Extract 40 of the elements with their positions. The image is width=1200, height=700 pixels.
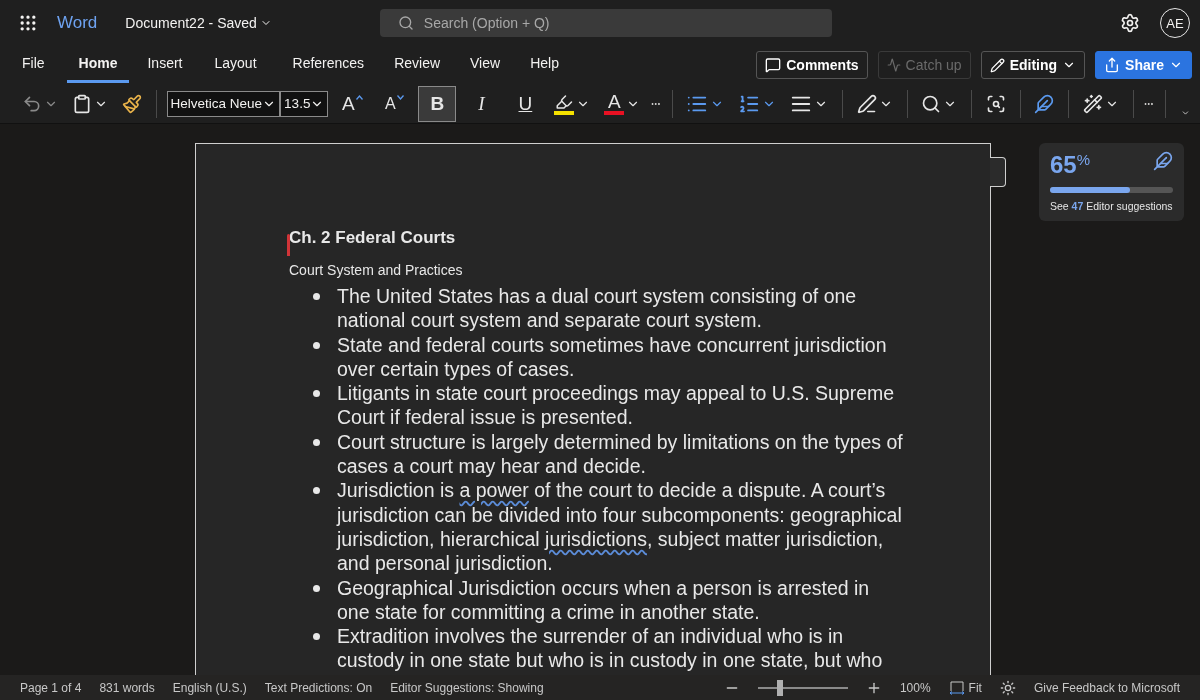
ribbon-tab[interactable]: File xyxy=(10,47,57,83)
bold-button[interactable]: B xyxy=(418,85,457,122)
zoom-percent[interactable]: 100% xyxy=(899,680,931,695)
ribbon-tab[interactable]: References xyxy=(280,47,377,83)
bullet-item: Court structure is largely determined by limitations on the types of cases a court may hear and decide. xyxy=(337,429,903,479)
ribbon-tab[interactable]: Layout xyxy=(202,47,269,83)
bullet-item: Litigants in state court proceedings may appeal to U.S. Supreme Court if federal issue is presented. xyxy=(337,381,896,430)
search-field[interactable]: Search (Option + Q) xyxy=(379,9,832,37)
bullet-item: Jurisdiction is a power of the court to decide a dispute. A court’s jurisdiction can be divided into four subcomponents: geographical jurisdiction, hierarchical jurisdictions, subject matter jurisdiction, and personal jurisdiction. xyxy=(337,478,903,576)
document-heading: Ch. 2 Federal Courts xyxy=(289,228,457,248)
document-title[interactable]: Document22 - Saved xyxy=(125,15,257,31)
shrink-font-button[interactable]: A xyxy=(376,85,413,122)
ribbon-tab[interactable]: Review xyxy=(382,47,453,83)
font-size-select[interactable]: 13.5 xyxy=(280,90,329,117)
italic-button[interactable]: I xyxy=(462,85,501,122)
bullet-item: Geographical Jurisdiction occurs when a person is arrested in one state for committing a crime in another state. xyxy=(337,575,871,625)
document-subheading: Court System and Practices xyxy=(289,262,464,278)
comments-button[interactable]: Comments xyxy=(756,51,868,79)
font-color-button[interactable]: A xyxy=(600,87,645,120)
bullet-item: The United States has a dual court system consisting of one national court system and separate court system. xyxy=(337,284,858,333)
fit-button[interactable]: Fit xyxy=(948,680,982,695)
status-text: Editor Suggestions: Showing xyxy=(390,680,544,695)
ribbon-tab[interactable]: Help xyxy=(518,47,571,83)
grow-font-button[interactable]: A xyxy=(334,85,371,122)
status-text: English (U.S.) xyxy=(172,680,247,695)
font-name-select[interactable]: Helvetica Neue xyxy=(166,90,281,117)
editing-button[interactable]: Editing xyxy=(980,51,1086,79)
ribbon-tab[interactable]: View xyxy=(458,47,513,83)
status-text[interactable]: 831 words xyxy=(99,680,155,695)
bullet-item: Extradition involves the surrender of an individual who is in custody in one state but who is in custody in one state, but who xyxy=(337,624,884,673)
underline-button[interactable]: U xyxy=(506,85,545,122)
suggestions-link[interactable]: See 47 Editor suggestions xyxy=(1050,200,1173,212)
bullet-item: State and federal courts sometimes have concurrent jurisdiction over certain types of cases. xyxy=(337,332,888,382)
status-text: Text Predictions: On xyxy=(264,680,373,695)
status-text[interactable]: Page 1 of 4 xyxy=(20,680,82,695)
ribbon-tab[interactable]: Insert xyxy=(135,47,195,83)
app-name[interactable]: Word xyxy=(57,13,98,33)
editor-score: 65% xyxy=(1050,151,1091,179)
feedback-link[interactable]: Give Feedback to Microsoft xyxy=(1033,680,1180,695)
share-button[interactable]: Share xyxy=(1095,51,1192,79)
